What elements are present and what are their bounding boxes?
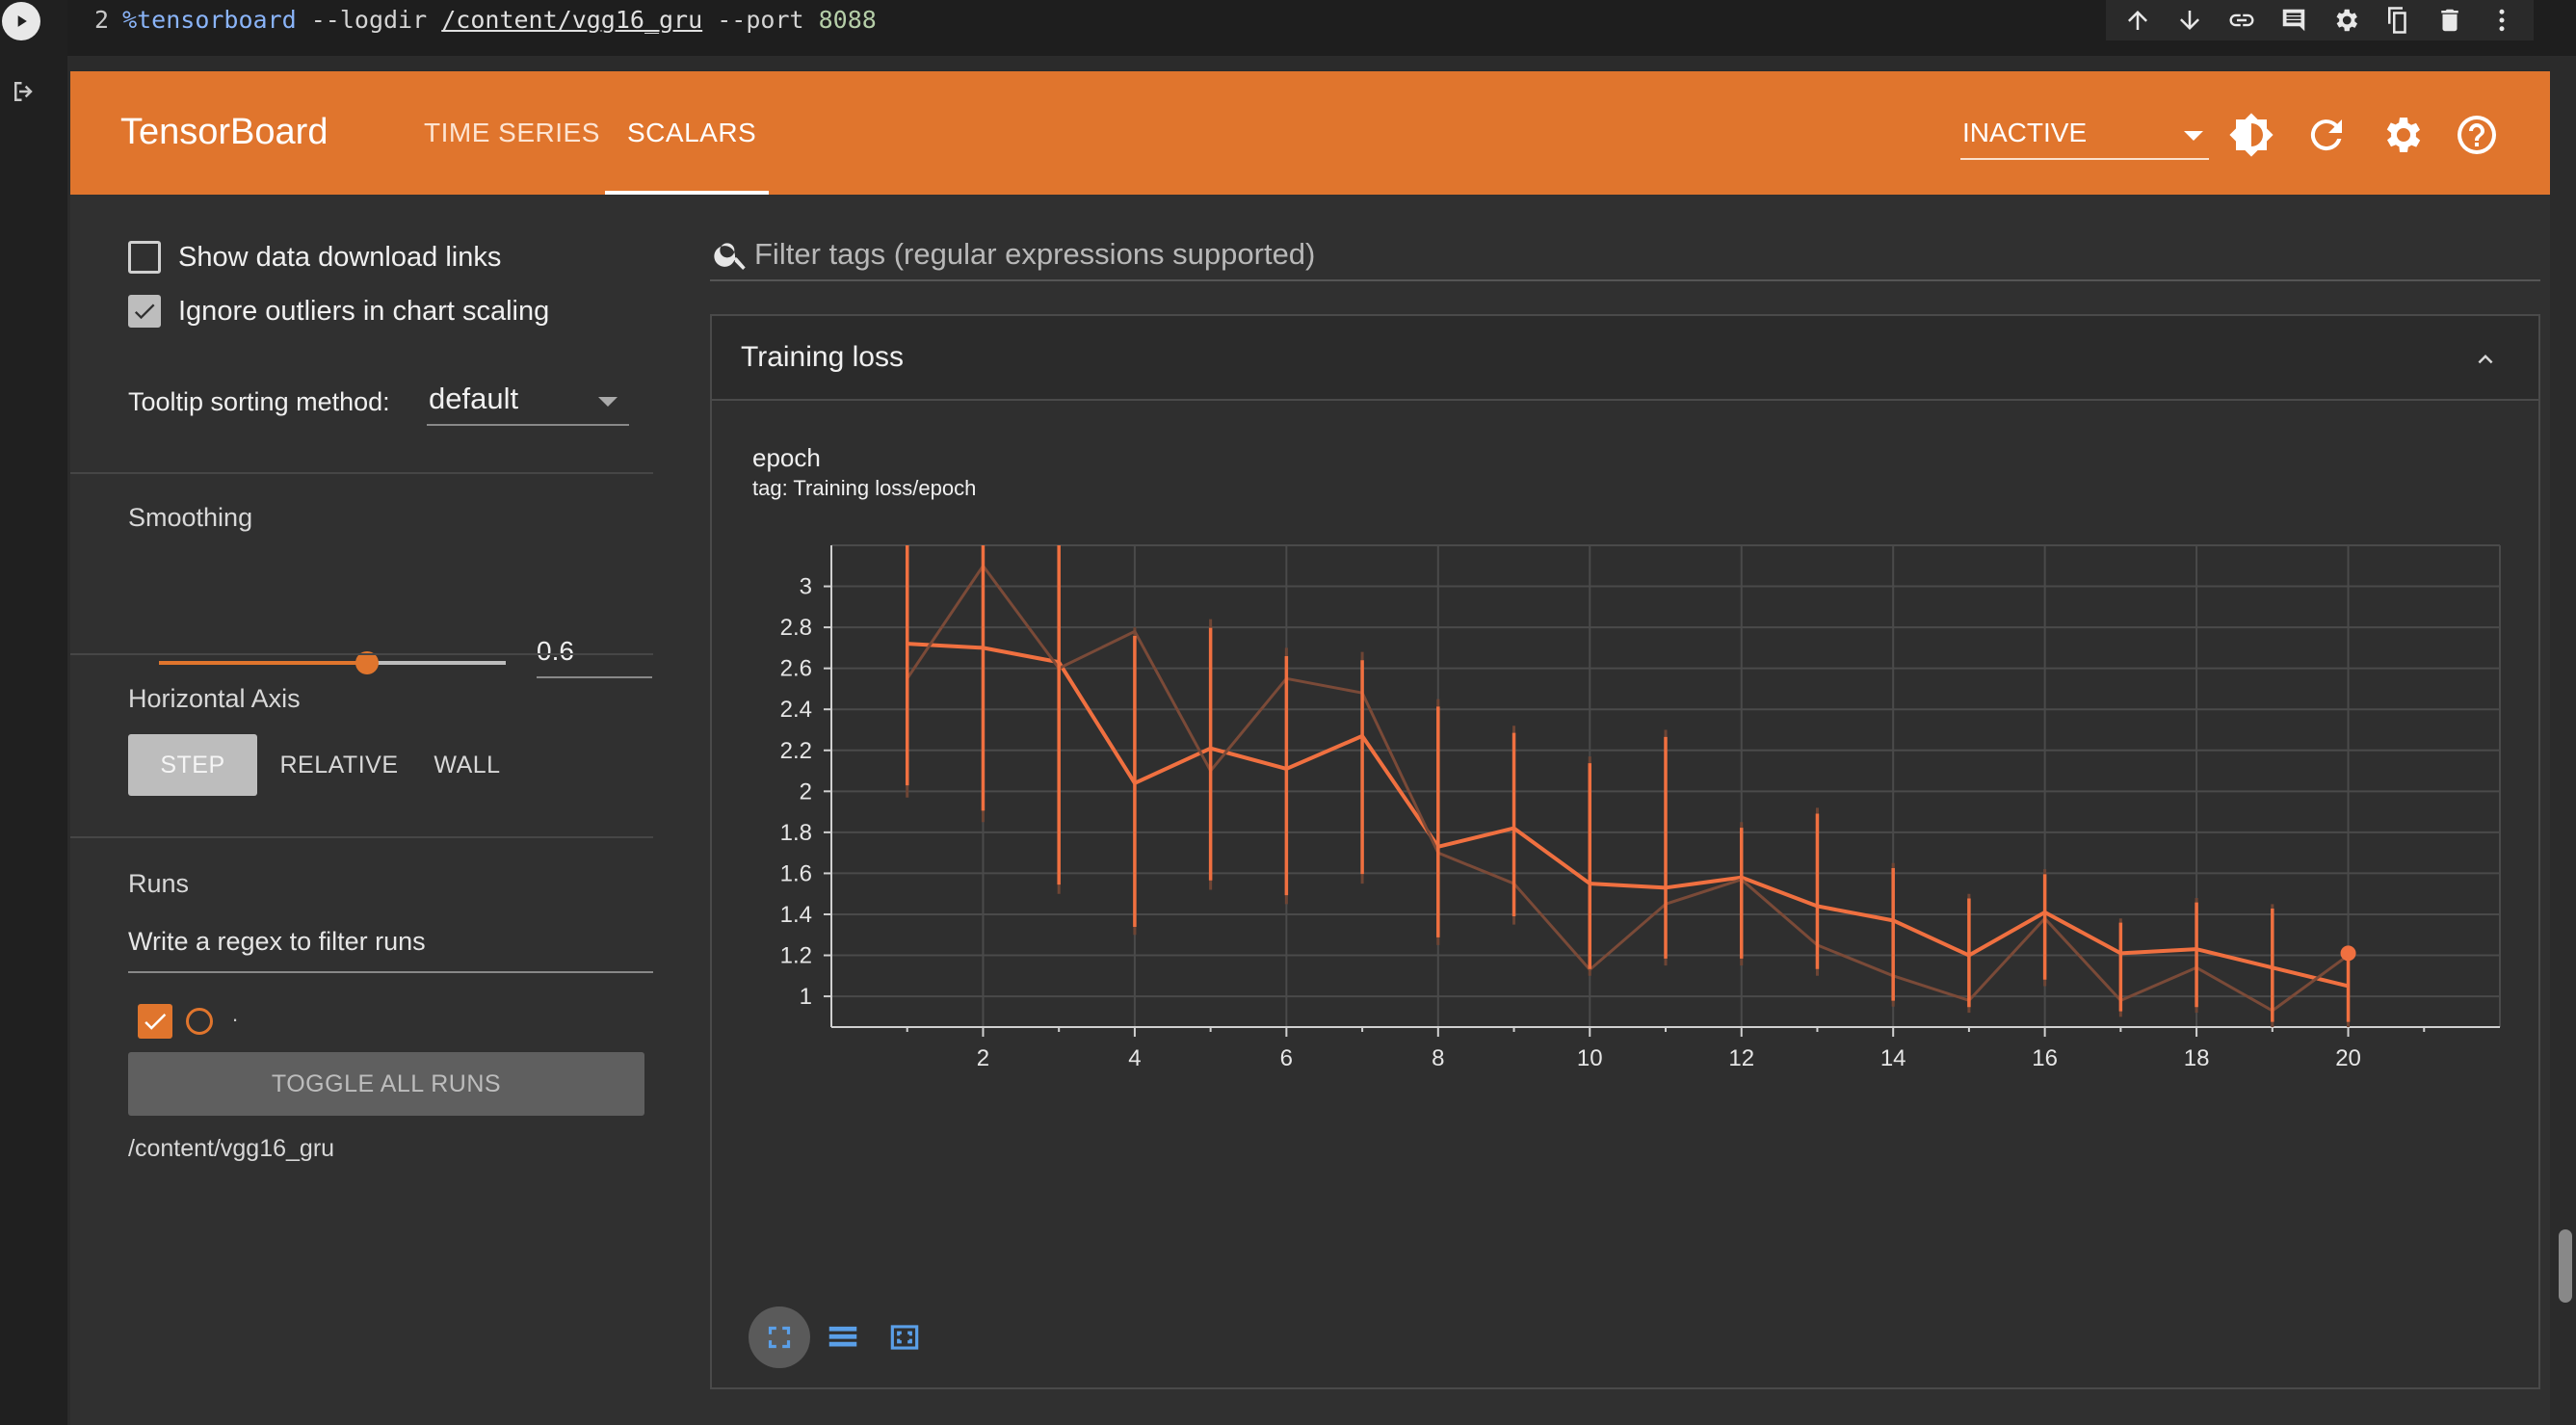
theme-toggle-icon[interactable]	[2228, 112, 2274, 158]
divider	[70, 836, 653, 838]
y-tick-label: 1.8	[780, 820, 812, 846]
scalar-chart[interactable]: 2 4 6 8 10 12 14 16 18 20 1 1.2 1.4 1.6 1.8 2 2.2 2.4 2.6 2…	[712, 509, 2538, 1174]
page-scrollbar[interactable]	[2559, 1229, 2572, 1303]
x-tick-label: 14	[1880, 1045, 1906, 1071]
link-icon[interactable]	[2220, 0, 2264, 40]
x-tick-label: 10	[1577, 1045, 1603, 1071]
smoothing-slider-fill	[159, 661, 367, 665]
horizontal-axis-title: Horizontal Axis	[128, 684, 301, 713]
comment-icon[interactable]	[2272, 0, 2316, 40]
gear-icon[interactable]	[2324, 0, 2368, 40]
plugin-status-value: INACTIVE	[1962, 118, 2088, 147]
run-label: .	[232, 1002, 239, 1026]
y-tick-label: 2.2	[780, 738, 812, 764]
y-tick-label: 1.4	[780, 902, 812, 928]
tab-time-series[interactable]: TIME SERIES	[424, 118, 600, 148]
play-icon	[17, 15, 27, 27]
sidebar: Show data download links Ignore outliers…	[70, 195, 668, 1425]
smoothed-series-line	[907, 642, 2350, 989]
plugin-status-select[interactable]: INACTIVE	[1960, 110, 2209, 160]
search-icon	[714, 243, 746, 270]
fit-domain-icon[interactable]	[878, 1310, 932, 1364]
x-tick-label: 4	[1128, 1045, 1141, 1071]
run-path: /content/vgg16_gru	[128, 1135, 335, 1162]
checkbox[interactable]	[128, 241, 161, 274]
data-table-icon[interactable]	[816, 1310, 870, 1364]
tag-filter-input[interactable]: Filter tags (regular expressions support…	[710, 225, 2540, 281]
x-tick-label: 16	[2032, 1045, 2058, 1071]
port-number: 8088	[818, 6, 877, 34]
y-tick-label: 2.8	[780, 615, 812, 641]
checkbox-checked[interactable]	[128, 295, 161, 328]
check-icon	[145, 1014, 167, 1030]
axis-wall-button[interactable]: WALL	[419, 734, 515, 796]
x-tick-label: 2	[977, 1045, 989, 1071]
runs-filter-input[interactable]: Write a regex to filter runs	[128, 917, 653, 973]
cell-gutter	[0, 0, 67, 1425]
show-download-links-toggle[interactable]: Show data download links	[128, 241, 501, 274]
x-tick-label: 8	[1432, 1045, 1444, 1071]
y-tick-label: 1.2	[780, 943, 812, 969]
toggle-all-runs-button[interactable]: TOGGLE ALL RUNS	[128, 1052, 644, 1116]
y-tick-label: 1.6	[780, 860, 812, 886]
y-tick-label: 1	[800, 984, 812, 1010]
tensorboard-header: TensorBoard TIME SERIES SCALARS INACTIVE	[70, 71, 2550, 195]
line-number: 2	[94, 6, 110, 34]
logdir-path[interactable]: /content/vgg16_gru	[441, 6, 702, 34]
chart-title: epoch	[752, 443, 821, 472]
dropdown-caret-icon	[2184, 131, 2203, 141]
last-value-point	[2340, 945, 2356, 962]
run-cell-button[interactable]	[2, 2, 40, 40]
y-tick-label: 3	[800, 574, 812, 600]
runs-title: Runs	[128, 869, 190, 898]
output-exit-icon[interactable]	[10, 77, 39, 106]
y-tick-label: 2.4	[780, 697, 812, 723]
tensorboard-frame: TensorBoard TIME SERIES SCALARS INACTIVE…	[70, 71, 2550, 1425]
refresh-icon[interactable]	[2303, 112, 2350, 158]
more-vert-icon[interactable]	[2480, 0, 2524, 40]
arrow-up-icon[interactable]	[2116, 0, 2160, 40]
port-flag: --port	[717, 6, 804, 34]
tag-group-title: Training loss	[741, 341, 904, 373]
run-checkbox[interactable]	[138, 1004, 172, 1039]
trash-icon[interactable]	[2428, 0, 2472, 40]
x-tick-label: 20	[2335, 1045, 2361, 1071]
help-icon[interactable]	[2454, 112, 2500, 158]
axis-relative-button[interactable]: RELATIVE	[276, 734, 402, 796]
raw-series-line	[906, 564, 2350, 1013]
check-icon	[134, 303, 155, 320]
cell-toolbar	[2106, 0, 2534, 40]
tag-group-header[interactable]: Training loss	[712, 316, 2538, 401]
y-tick-label: 2	[800, 778, 812, 805]
y-tick-label: 2.6	[780, 656, 812, 682]
mirror-cell-icon[interactable]	[2376, 0, 2420, 40]
axis-step-button[interactable]: STEP	[128, 734, 257, 796]
tensorboard-logo[interactable]: TensorBoard	[120, 112, 328, 153]
tag-filter-placeholder: Filter tags (regular expressions support…	[754, 237, 1316, 271]
ignore-outliers-toggle[interactable]: Ignore outliers in chart scaling	[128, 295, 549, 328]
tab-scalars[interactable]: SCALARS	[627, 118, 756, 148]
fullscreen-icon[interactable]	[749, 1306, 810, 1368]
show-download-links-label: Show data download links	[178, 241, 502, 273]
magic-command: %tensorboard	[122, 6, 297, 34]
chart-tag: tag: Training loss/epoch	[752, 476, 977, 500]
x-tick-label: 6	[1280, 1045, 1293, 1071]
x-tick-label: 18	[2184, 1045, 2210, 1071]
arrow-down-icon[interactable]	[2168, 0, 2212, 40]
run-color-picker[interactable]	[186, 1008, 213, 1035]
tag-group-card: Training loss epoch tag: Training loss/e…	[710, 314, 2540, 1389]
ignore-outliers-label: Ignore outliers in chart scaling	[178, 295, 550, 327]
x-tick-label: 12	[1728, 1045, 1754, 1071]
divider	[70, 653, 653, 655]
settings-icon[interactable]	[2379, 112, 2425, 158]
smoothing-row: 0.6	[70, 395, 668, 678]
logdir-flag: --logdir	[310, 6, 428, 34]
chevron-up-icon[interactable]	[2471, 345, 2500, 374]
